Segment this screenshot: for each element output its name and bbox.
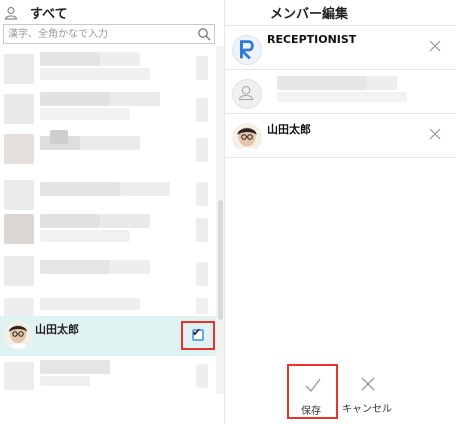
avatar: [232, 123, 262, 153]
member-item: [225, 69, 456, 114]
check-icon: ✔: [192, 326, 202, 339]
member-item: RECEPTIONIST: [225, 25, 456, 70]
list-item[interactable]: [0, 256, 216, 298]
avatar: [4, 321, 32, 349]
user-name: 山田太郎: [35, 323, 79, 336]
check-icon: [305, 378, 321, 392]
cancel-button[interactable]: キャンセル: [342, 364, 398, 419]
search-icon[interactable]: [197, 27, 211, 41]
search-input[interactable]: [8, 27, 188, 41]
member-name: 山田太郎: [267, 123, 311, 136]
masked-name: [277, 76, 367, 90]
list-item[interactable]: [0, 214, 216, 256]
user-list-panel: すべて 漢字、全角かなで入力 山田太郎 ✔: [0, 0, 225, 424]
divider: [225, 157, 456, 158]
user-icon: [4, 6, 18, 20]
save-label: 保存: [301, 406, 321, 417]
remove-icon[interactable]: [428, 39, 442, 53]
close-icon: [361, 377, 375, 391]
member-item: 山田太郎: [225, 113, 456, 158]
remove-icon[interactable]: [428, 127, 442, 141]
default-avatar-icon: [232, 79, 262, 109]
search-box: [3, 24, 215, 44]
page-title: メンバー編集: [270, 7, 349, 22]
receptionist-logo-icon: [232, 35, 262, 65]
cancel-label: キャンセル: [342, 404, 392, 415]
scrollbar-thumb[interactable]: [218, 200, 223, 320]
masked-name: [367, 76, 397, 90]
list-item[interactable]: [0, 172, 216, 214]
action-bar: 保存 キャンセル: [225, 358, 462, 424]
list-item[interactable]: [0, 88, 216, 130]
group-header[interactable]: すべて: [0, 0, 224, 26]
select-checkbox[interactable]: ✔: [192, 326, 204, 341]
user-list: 山田太郎 ✔: [0, 46, 224, 394]
group-label: すべて: [30, 7, 68, 22]
masked-detail: [277, 92, 407, 102]
checkbox-highlight: ✔: [181, 321, 215, 350]
list-item[interactable]: [0, 130, 216, 172]
member-edit-panel: メンバー編集 RECEPTIONIST 山田太郎 保存 キャンセル: [225, 0, 462, 424]
save-button[interactable]: 保存: [287, 364, 338, 419]
list-item[interactable]: [0, 46, 216, 88]
list-item-selected[interactable]: 山田太郎 ✔: [0, 316, 216, 356]
member-name: RECEPTIONIST: [267, 33, 357, 46]
list-item[interactable]: [0, 358, 216, 394]
